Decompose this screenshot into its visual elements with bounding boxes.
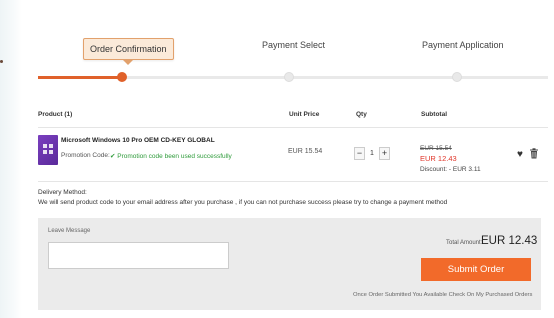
subtotal-discounted: EUR 12.43 — [420, 154, 457, 163]
header-qty: Qty — [356, 111, 367, 118]
header-unit-price: Unit Price — [289, 111, 320, 118]
table-row: Microsoft Windows 10 Pro OEM CD-KEY GLOB… — [38, 130, 548, 182]
order-summary-panel: Leave Message Total Amount: EUR 12.43 Su… — [38, 218, 541, 310]
edge-mark — [0, 60, 3, 63]
qty-increase-button[interactable]: + — [379, 147, 390, 160]
total-amount-value: EUR 12.43 — [481, 235, 538, 247]
product-thumbnail[interactable] — [38, 135, 58, 165]
order-note: Once Order Submitted You Available Check… — [353, 292, 533, 298]
step-payment-select: Payment Select — [262, 40, 326, 50]
page-edge — [0, 0, 22, 318]
delivery-method-text: We will send product code to your email … — [38, 199, 448, 206]
cart-table-header: Product (1) Unit Price Qty Subtotal — [38, 106, 548, 128]
header-subtotal: Subtotal — [421, 111, 447, 118]
subtotal-original: EUR 15.54 — [420, 145, 452, 152]
unit-price: EUR 15.54 — [288, 148, 323, 155]
promo-status: ✔ Promotion code been used successfully — [110, 153, 232, 160]
trash-icon[interactable] — [529, 148, 539, 159]
header-product: Product (1) — [38, 111, 73, 118]
leave-message-label: Leave Message — [48, 228, 91, 234]
qty-decrease-button[interactable]: − — [354, 147, 365, 160]
submit-order-button[interactable]: Submit Order — [421, 258, 531, 281]
step-order-confirmation: Order Confirmation — [83, 38, 174, 65]
heart-icon[interactable]: ♥ — [517, 149, 523, 160]
delivery-method-title: Delivery Method: — [38, 189, 87, 196]
step-dot-3 — [452, 72, 462, 82]
progress-fill — [38, 76, 122, 79]
product-name[interactable]: Microsoft Windows 10 Pro OEM CD-KEY GLOB… — [61, 137, 215, 144]
quantity-stepper: − 1 + — [354, 146, 390, 161]
step-dot-2 — [284, 72, 294, 82]
step-dot-1 — [117, 72, 127, 82]
total-amount-label: Total Amount: — [446, 240, 483, 246]
discount-amount: Discount: - EUR 3.11 — [420, 166, 481, 173]
promo-label: Promotion Code: — [61, 152, 110, 159]
qty-value[interactable]: 1 — [365, 150, 379, 157]
checkout-steps: Order Confirmation Payment Select Paymen… — [38, 38, 548, 88]
step-payment-application: Payment Application — [422, 40, 504, 50]
leave-message-input[interactable] — [48, 242, 229, 269]
